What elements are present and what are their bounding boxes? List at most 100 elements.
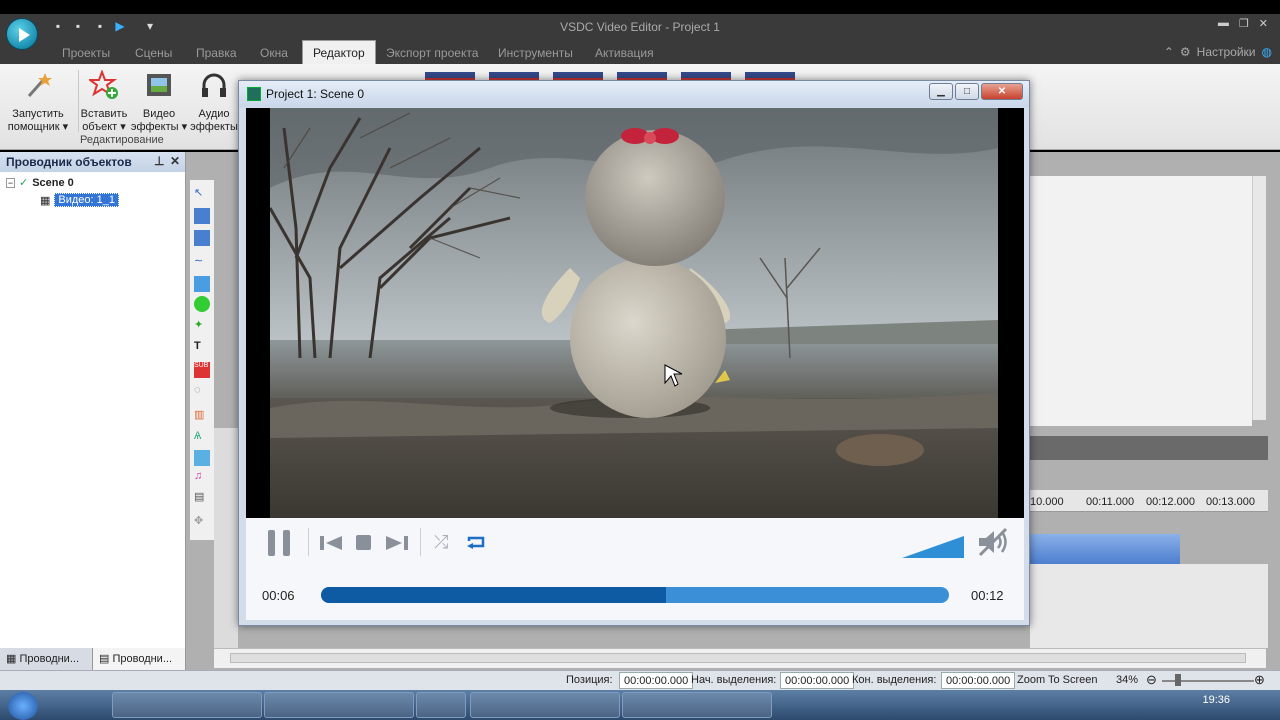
move-tool-icon[interactable]: ✥ bbox=[194, 514, 210, 530]
layer-tool-icon[interactable] bbox=[194, 208, 210, 224]
selection-start-label: Нач. выделения: bbox=[691, 674, 777, 686]
app-logo-icon[interactable] bbox=[6, 18, 38, 50]
scene-label: Scene 0 bbox=[32, 176, 74, 189]
audio-tool-icon[interactable]: ♫ bbox=[194, 470, 210, 486]
timeline-ruler[interactable]: 10.000 00:11.000 00:12.000 00:13.000 bbox=[1030, 490, 1268, 512]
taskbar-item[interactable] bbox=[416, 692, 466, 718]
video-still-image bbox=[270, 108, 998, 518]
explorer-tab-2[interactable]: ▤ Проводни... bbox=[93, 648, 186, 670]
pointer-tool-icon[interactable]: ↖ bbox=[194, 186, 210, 202]
ruler-label: 00:11.000 bbox=[1086, 496, 1135, 508]
close-panel-icon[interactable]: ✕ bbox=[170, 154, 180, 168]
vertical-scrollbar[interactable] bbox=[1252, 176, 1266, 420]
video-item-icon: ▦ bbox=[40, 194, 51, 207]
collapse-icon[interactable]: − bbox=[6, 177, 15, 188]
taskbar-item[interactable] bbox=[622, 692, 772, 718]
collapse-ribbon-icon[interactable]: ⌃ bbox=[1164, 45, 1174, 59]
pause-button[interactable] bbox=[266, 528, 294, 558]
selection-end-value: 00:00:00.000 bbox=[941, 672, 1016, 689]
video-effects-label-2: эффекты bbox=[130, 121, 179, 133]
menu-bar: Проекты Сцены Правка Окна Редактор Экспо… bbox=[0, 40, 1280, 64]
insert-object-button[interactable]: Вставить объект ▾ bbox=[80, 69, 128, 134]
explorer-tab-1[interactable]: ▦ Проводни... bbox=[0, 648, 93, 670]
stop-button[interactable] bbox=[356, 535, 372, 551]
scene-preview-area bbox=[1030, 176, 1252, 426]
timeline-tracks bbox=[1030, 564, 1268, 648]
text-tool-icon[interactable]: T bbox=[194, 340, 210, 356]
rectangle-tool-icon[interactable] bbox=[194, 276, 210, 292]
mute-speaker-icon[interactable] bbox=[976, 527, 1010, 557]
player-maximize-button[interactable]: □ bbox=[955, 83, 979, 100]
tab-editor[interactable]: Редактор bbox=[302, 40, 376, 64]
total-time: 00:12 bbox=[971, 588, 1004, 603]
settings-button[interactable]: ⌃ ⚙ Настройки ◍ bbox=[1164, 45, 1272, 59]
video-effects-button[interactable]: Видео эффекты ▾ bbox=[130, 70, 188, 134]
volume-slider[interactable] bbox=[902, 534, 964, 558]
image-tool-icon[interactable] bbox=[194, 450, 210, 466]
tree-scene-row[interactable]: − ✓ Scene 0 bbox=[6, 176, 74, 189]
player-title: Project 1: Scene 0 bbox=[266, 87, 365, 101]
subtitle-tool-icon[interactable]: SUB bbox=[194, 362, 210, 378]
tab-projects[interactable]: Проекты bbox=[62, 46, 110, 60]
animation-tool-icon[interactable]: Ѧ bbox=[194, 430, 210, 446]
zoom-out-icon[interactable]: ⊖ bbox=[1146, 672, 1157, 688]
explorer-tab-1-label: Проводни... bbox=[19, 653, 79, 665]
start-button-icon[interactable] bbox=[8, 692, 38, 720]
freeshape-tool-icon[interactable]: ✦ bbox=[194, 318, 210, 334]
ribbon-separator bbox=[78, 70, 79, 132]
position-label: Позиция: bbox=[566, 674, 613, 686]
player-minimize-button[interactable]: ▁ bbox=[929, 83, 953, 100]
headphones-icon bbox=[202, 73, 226, 97]
video-clip-track[interactable] bbox=[1030, 534, 1180, 564]
minimize-icon[interactable]: ▬ bbox=[1218, 17, 1229, 30]
object-explorer-panel: Проводник объектов ⊥ ✕ − ✓ Scene 0 ▦ Вид… bbox=[0, 152, 186, 670]
magic-wand-icon bbox=[27, 73, 52, 97]
shuffle-icon[interactable]: ⤮ bbox=[434, 532, 448, 553]
sprite-tool-icon[interactable] bbox=[194, 230, 210, 246]
horizontal-scrollbar[interactable] bbox=[214, 648, 1266, 668]
position-value: 00:00:00.000 bbox=[619, 672, 694, 689]
zoom-in-icon[interactable]: ⊕ bbox=[1254, 672, 1265, 688]
audio-effects-label-2: эффекты bbox=[190, 121, 238, 133]
audio-effects-button[interactable]: Аудио эффекты bbox=[190, 70, 238, 134]
tab-activation[interactable]: Активация bbox=[595, 46, 654, 60]
tree-video-row[interactable]: ▦ Видео: 1_1 bbox=[40, 193, 120, 207]
video-item-label: Видео: 1_1 bbox=[54, 193, 120, 207]
previous-frame-button[interactable] bbox=[320, 534, 344, 552]
window-controls: ▬ ❐ ✕ bbox=[1218, 17, 1268, 30]
ellipse-tool-icon[interactable] bbox=[194, 296, 210, 312]
ruler-label: 10.000 bbox=[1030, 496, 1064, 508]
line-tool-icon[interactable]: ∼ bbox=[194, 254, 210, 270]
tab-edit[interactable]: Правка bbox=[196, 46, 237, 60]
run-wizard-button[interactable]: Запустить помощник ▾ bbox=[4, 70, 72, 134]
zoom-to-screen-button[interactable]: Zoom To Screen bbox=[1017, 674, 1098, 686]
close-icon[interactable]: ✕ bbox=[1259, 17, 1268, 30]
video-frame[interactable] bbox=[246, 108, 1024, 518]
windows-taskbar: 19:36 bbox=[0, 690, 1280, 720]
film-icon bbox=[147, 74, 171, 96]
maximize-icon[interactable]: ❐ bbox=[1239, 17, 1249, 30]
taskbar-item[interactable] bbox=[112, 692, 262, 718]
taskbar-item[interactable] bbox=[470, 692, 620, 718]
help-icon[interactable]: ◍ bbox=[1262, 45, 1272, 59]
scroll-thumb[interactable] bbox=[230, 653, 1246, 663]
tab-scenes[interactable]: Сцены bbox=[135, 46, 172, 60]
video-tool-icon[interactable]: ▤ bbox=[194, 490, 210, 506]
tab-windows[interactable]: Окна bbox=[260, 46, 288, 60]
bubble-tool-icon[interactable]: ◌ bbox=[194, 384, 210, 400]
controls-separator bbox=[308, 528, 309, 556]
zoom-slider-knob[interactable] bbox=[1175, 674, 1181, 686]
player-close-button[interactable]: ✕ bbox=[981, 83, 1023, 100]
progress-fill bbox=[321, 587, 667, 603]
tab-tools[interactable]: Инструменты bbox=[498, 46, 573, 60]
taskbar-item[interactable] bbox=[264, 692, 414, 718]
tab-export[interactable]: Экспорт проекта bbox=[386, 46, 478, 60]
repeat-button[interactable] bbox=[466, 535, 486, 551]
audio-effects-label-1: Аудио bbox=[198, 108, 230, 120]
next-frame-button[interactable] bbox=[384, 534, 408, 552]
ruler-label: 00:12.000 bbox=[1146, 496, 1195, 508]
track-controls bbox=[214, 428, 238, 648]
pin-icon[interactable]: ⊥ bbox=[154, 154, 164, 168]
playback-progress-bar[interactable] bbox=[321, 587, 949, 603]
chart-tool-icon[interactable]: ▥ bbox=[194, 408, 210, 424]
